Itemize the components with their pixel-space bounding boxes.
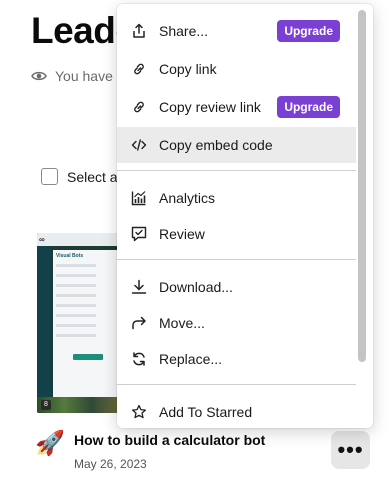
menu-item-copy-embed-code[interactable]: Copy embed code	[117, 127, 356, 163]
visibility-text: You have a	[55, 68, 125, 84]
menu-item-label: Add To Starred	[159, 404, 253, 420]
thumbnail-button	[73, 354, 103, 360]
menu-item-label: Analytics	[159, 190, 216, 206]
thumbnail-sidebar	[37, 246, 51, 398]
menu-item-move[interactable]: Move...	[117, 305, 356, 341]
menu-item-label: Copy review link	[159, 99, 261, 115]
share-icon	[133, 23, 145, 38]
thumbnail-panel-title: Visual Bots	[56, 253, 84, 259]
select-all-label: Select a	[67, 168, 118, 185]
eye-icon	[31, 71, 47, 81]
link-icon	[134, 63, 144, 75]
thumbnail-panel: Visual Bots	[53, 250, 117, 398]
visibility-note: You have a	[31, 68, 125, 84]
menu-item-label: Share...	[159, 23, 209, 39]
thumbnail-badge: 8	[41, 400, 51, 410]
move-arrow-icon	[132, 316, 146, 330]
thumbnail-browser-bar	[37, 233, 119, 246]
menu-item-analytics[interactable]: Analytics	[117, 180, 356, 216]
video-thumbnail[interactable]: ∞ Visual Bots 8	[37, 233, 119, 413]
menu-item-download[interactable]: Download...	[117, 269, 356, 305]
menu-divider	[117, 259, 356, 260]
upgrade-badge[interactable]: Upgrade	[277, 20, 340, 42]
menu-item-share[interactable]: Share... Upgrade	[117, 13, 356, 49]
download-icon	[131, 279, 147, 294]
analytics-icon	[131, 191, 146, 206]
menu-item-replace[interactable]: Replace...	[117, 341, 356, 377]
more-options-button[interactable]: •••	[331, 431, 370, 469]
menu-item-add-to-starred[interactable]: Add To Starred	[117, 394, 356, 428]
menu-item-label: Replace...	[159, 351, 223, 367]
select-all[interactable]: Select a	[41, 168, 118, 185]
menu-item-label: Move...	[159, 315, 205, 331]
upgrade-badge[interactable]: Upgrade	[277, 96, 340, 118]
menu-item-copy-link[interactable]: Copy link	[117, 51, 356, 87]
select-all-checkbox[interactable]	[41, 168, 58, 185]
menu-divider	[117, 384, 356, 385]
menu-item-label: Copy link	[159, 61, 217, 77]
card-title[interactable]: How to build a calculator bot	[74, 432, 265, 448]
review-icon	[131, 226, 147, 242]
star-icon	[131, 404, 147, 419]
menu-scrollbar[interactable]	[358, 10, 366, 362]
link-icon	[134, 101, 144, 113]
card-date: May 26, 2023	[74, 457, 147, 471]
menu-item-review[interactable]: Review	[117, 216, 356, 252]
replace-icon	[133, 352, 145, 366]
thumbnail-logo-icon: ∞	[39, 235, 45, 244]
menu-item-label: Download...	[159, 279, 233, 295]
context-menu: Share... Upgrade Copy link Copy review l…	[117, 4, 373, 428]
menu-divider	[117, 170, 356, 171]
rocket-emoji-icon: 🚀	[35, 430, 65, 457]
menu-item-label: Review	[159, 226, 205, 242]
menu-item-copy-review-link[interactable]: Copy review link Upgrade	[117, 89, 356, 125]
menu-item-label: Copy embed code	[159, 137, 273, 153]
code-icon	[131, 139, 147, 151]
